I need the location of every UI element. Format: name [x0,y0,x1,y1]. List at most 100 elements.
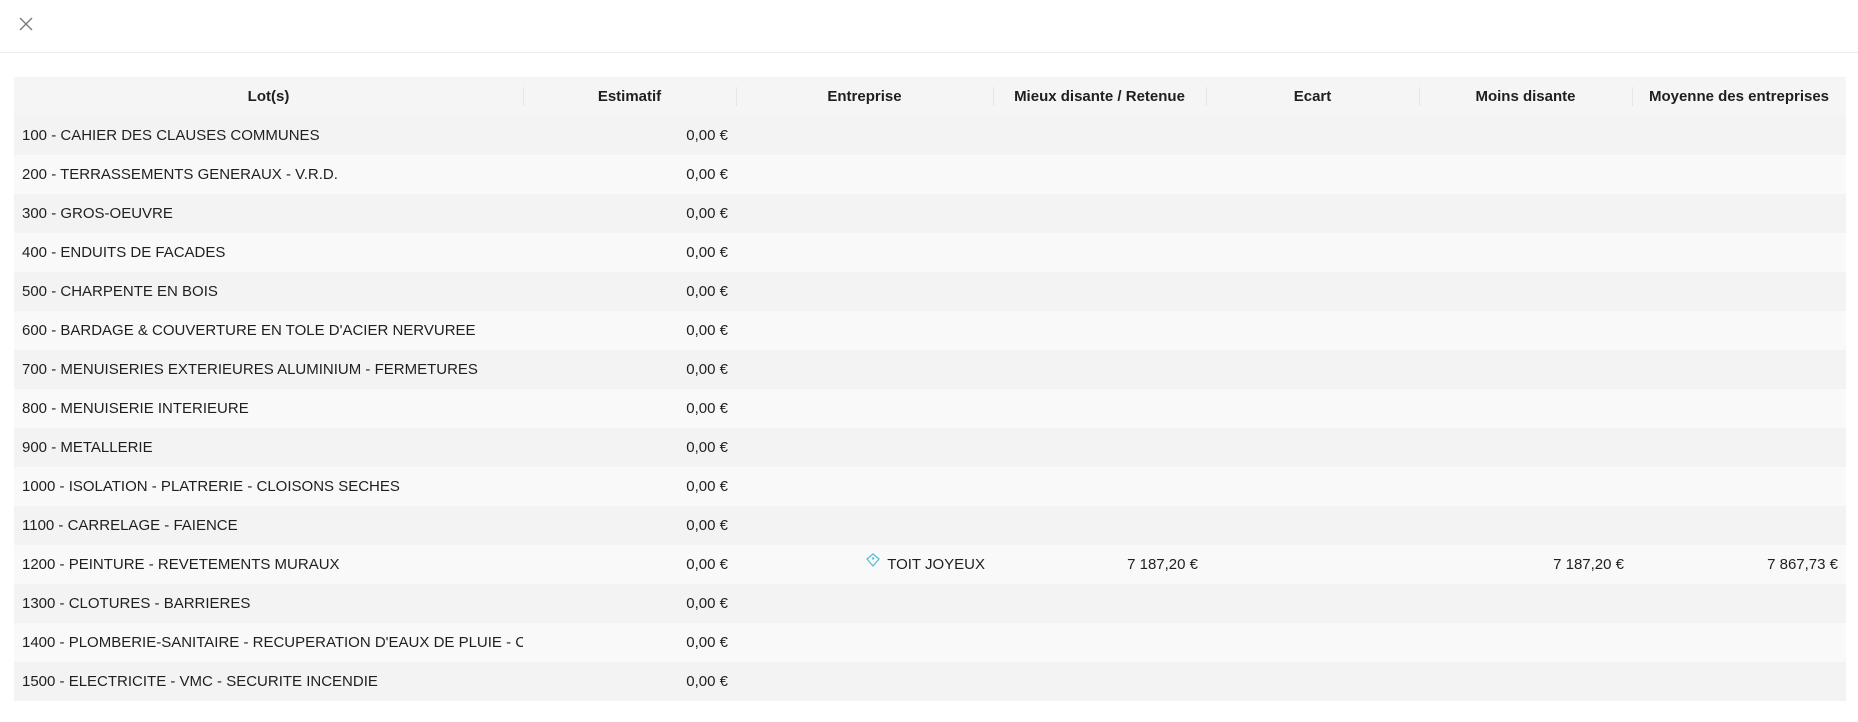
entreprise-cell [736,350,993,389]
moins-disante-cell [1419,584,1632,623]
column-header-ecart[interactable]: Ecart [1206,77,1419,116]
moyenne-cell [1632,116,1846,155]
comparison-table: Lot(s) Estimatif Entreprise Mieux disant… [14,77,1846,701]
ecart-cell [1206,545,1419,584]
lot-cell: 1200 - PEINTURE - REVETEMENTS MURAUX [14,545,523,584]
tag-icon [865,552,881,569]
entreprise-cell [736,233,993,272]
estimatif-cell: 0,00 € [523,116,736,155]
estimatif-cell: 0,00 € [523,350,736,389]
lot-cell: 1000 - ISOLATION - PLATRERIE - CLOISONS … [14,467,523,506]
mieux-disante-cell [993,350,1206,389]
mieux-disante-cell [993,584,1206,623]
lot-cell: 900 - METALLERIE [14,428,523,467]
moyenne-cell [1632,311,1846,350]
entreprise-cell [736,389,993,428]
table-row[interactable]: 1500 - ELECTRICITE - VMC - SECURITE INCE… [14,662,1846,701]
table-row[interactable]: 1400 - PLOMBERIE-SANITAIRE - RECUPERATIO… [14,623,1846,662]
moyenne-cell: 7 867,73 € [1632,545,1846,584]
column-header-moins-disante[interactable]: Moins disante [1419,77,1632,116]
estimatif-cell: 0,00 € [523,662,736,701]
moyenne-cell [1632,272,1846,311]
estimatif-cell: 0,00 € [523,311,736,350]
estimatif-cell: 0,00 € [523,467,736,506]
table-row[interactable]: 1300 - CLOTURES - BARRIERES 0,00 € [14,584,1846,623]
table-row[interactable]: 600 - BARDAGE & COUVERTURE EN TOLE D'ACI… [14,311,1846,350]
moins-disante-cell [1419,506,1632,545]
entreprise-cell [736,428,993,467]
table-row[interactable]: 200 - TERRASSEMENTS GENERAUX - V.R.D. 0,0… [14,155,1846,194]
mieux-disante-cell [993,272,1206,311]
entreprise-cell [736,311,993,350]
moins-disante-cell [1419,194,1632,233]
ecart-cell [1206,155,1419,194]
table-row[interactable]: 400 - ENDUITS DE FACADES 0,00 € [14,233,1846,272]
moyenne-cell [1632,155,1846,194]
table-body: 100 - CAHIER DES CLAUSES COMMUNES 0,00 €2… [14,116,1846,701]
lot-cell: 1100 - CARRELAGE - FAIENCE [14,506,523,545]
estimatif-cell: 0,00 € [523,623,736,662]
mieux-disante-cell [993,467,1206,506]
table-row[interactable]: 1200 - PEINTURE - REVETEMENTS MURAUX 0,00… [14,545,1846,584]
entreprise-cell [736,623,993,662]
entreprise-entry[interactable]: TOIT JOYEUX [744,552,985,573]
estimatif-cell: 0,00 € [523,233,736,272]
entreprise-cell [736,662,993,701]
moyenne-cell [1632,506,1846,545]
moins-disante-cell [1419,155,1632,194]
column-header-estimatif[interactable]: Estimatif [523,77,736,116]
entreprise-cell [736,194,993,233]
moyenne-cell [1632,194,1846,233]
table-row[interactable]: 700 - MENUISERIES EXTERIEURES ALUMINIUM … [14,350,1846,389]
mieux-disante-cell [993,389,1206,428]
moins-disante-cell: 7 187,20 € [1419,545,1632,584]
lot-cell: 600 - BARDAGE & COUVERTURE EN TOLE D'ACI… [14,311,523,350]
estimatif-cell: 0,00 € [523,545,736,584]
lot-cell: 1500 - ELECTRICITE - VMC - SECURITE INCE… [14,662,523,701]
comparison-table-container: Lot(s) Estimatif Entreprise Mieux disant… [14,77,1846,701]
entreprise-cell [736,155,993,194]
mieux-disante-cell [993,428,1206,467]
table-row[interactable]: 800 - MENUISERIE INTERIEURE 0,00 € [14,389,1846,428]
ecart-cell [1206,662,1419,701]
mieux-disante-cell [993,623,1206,662]
moins-disante-cell [1419,428,1632,467]
table-row[interactable]: 900 - METALLERIE 0,00 € [14,428,1846,467]
mieux-disante-cell [993,662,1206,701]
estimatif-cell: 0,00 € [523,506,736,545]
moyenne-cell [1632,623,1846,662]
moins-disante-cell [1419,272,1632,311]
lot-cell: 800 - MENUISERIE INTERIEURE [14,389,523,428]
moins-disante-cell [1419,116,1632,155]
moins-disante-cell [1419,311,1632,350]
close-icon[interactable] [19,17,33,31]
ecart-cell [1206,584,1419,623]
entreprise-cell [736,584,993,623]
moyenne-cell [1632,389,1846,428]
column-header-mieux-disante[interactable]: Mieux disante / Retenue [993,77,1206,116]
modal-header [0,0,1858,53]
table-row[interactable]: 500 - CHARPENTE EN BOIS 0,00 € [14,272,1846,311]
close-button[interactable] [14,12,38,36]
lot-cell: 700 - MENUISERIES EXTERIEURES ALUMINIUM … [14,350,523,389]
table-row[interactable]: 1100 - CARRELAGE - FAIENCE 0,00 € [14,506,1846,545]
table-row[interactable]: 300 - GROS-OEUVRE 0,00 € [14,194,1846,233]
column-header-lot[interactable]: Lot(s) [14,77,523,116]
column-header-entreprise[interactable]: Entreprise [736,77,993,116]
mieux-disante-cell [993,116,1206,155]
moins-disante-cell [1419,389,1632,428]
moins-disante-cell [1419,623,1632,662]
entreprise-cell [736,467,993,506]
table-row[interactable]: 100 - CAHIER DES CLAUSES COMMUNES 0,00 € [14,116,1846,155]
mieux-disante-cell [993,233,1206,272]
lot-cell: 1400 - PLOMBERIE-SANITAIRE - RECUPERATIO… [14,623,523,662]
ecart-cell [1206,389,1419,428]
moyenne-cell [1632,350,1846,389]
lot-cell: 100 - CAHIER DES CLAUSES COMMUNES [14,116,523,155]
moins-disante-cell [1419,350,1632,389]
table-row[interactable]: 1000 - ISOLATION - PLATRERIE - CLOISONS … [14,467,1846,506]
mieux-disante-cell [993,155,1206,194]
column-header-moyenne[interactable]: Moyenne des entreprises [1632,77,1846,116]
entreprise-cell [736,272,993,311]
ecart-cell [1206,116,1419,155]
